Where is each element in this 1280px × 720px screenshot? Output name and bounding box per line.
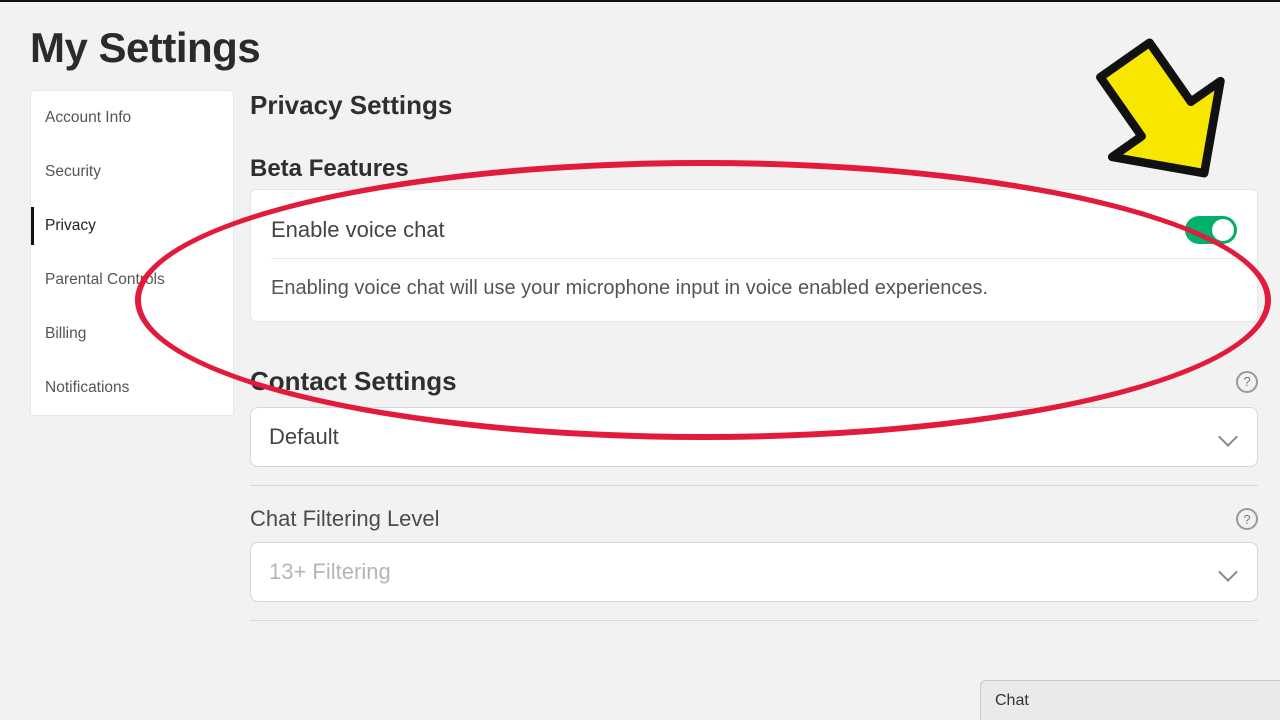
voice-chat-description: Enabling voice chat will use your microp…: [271, 273, 1237, 303]
contact-settings-heading: Contact Settings: [250, 366, 457, 397]
voice-chat-label: Enable voice chat: [271, 217, 445, 243]
chat-dock[interactable]: Chat: [980, 680, 1280, 720]
sidebar-item-label: Billing: [45, 325, 86, 342]
sidebar-item-label: Security: [45, 163, 101, 180]
settings-sidebar: Account Info Security Privacy Parental C…: [30, 90, 234, 416]
settings-main: Privacy Settings Beta Features Enable vo…: [250, 90, 1258, 621]
sidebar-item-billing[interactable]: Billing: [31, 307, 233, 361]
help-icon[interactable]: ?: [1236, 508, 1258, 530]
beta-features-card: Enable voice chat Enabling voice chat wi…: [250, 189, 1258, 322]
chevron-down-icon: [1218, 427, 1238, 447]
divider: [271, 258, 1237, 259]
sidebar-item-account-info[interactable]: Account Info: [31, 91, 233, 145]
voice-chat-toggle[interactable]: [1185, 216, 1237, 244]
select-value: Default: [269, 424, 339, 450]
sidebar-item-label: Privacy: [45, 217, 96, 234]
sidebar-item-label: Notifications: [45, 379, 129, 396]
page-title: My Settings: [0, 2, 1280, 90]
chat-filtering-select[interactable]: 13+ Filtering: [250, 542, 1258, 602]
sidebar-item-label: Account Info: [45, 109, 131, 126]
sidebar-item-privacy[interactable]: Privacy: [31, 199, 233, 253]
chat-dock-label: Chat: [995, 692, 1029, 710]
sidebar-item-notifications[interactable]: Notifications: [31, 361, 233, 415]
divider: [250, 620, 1258, 621]
help-icon[interactable]: ?: [1236, 371, 1258, 393]
select-placeholder: 13+ Filtering: [269, 559, 391, 585]
sidebar-item-parental-controls[interactable]: Parental Controls: [31, 253, 233, 307]
contact-settings-select[interactable]: Default: [250, 407, 1258, 467]
toggle-knob: [1212, 219, 1234, 241]
chat-filtering-label: Chat Filtering Level: [250, 506, 440, 532]
beta-features-heading: Beta Features: [250, 129, 1258, 189]
sidebar-item-security[interactable]: Security: [31, 145, 233, 199]
sidebar-item-label: Parental Controls: [45, 271, 165, 288]
privacy-settings-heading: Privacy Settings: [250, 90, 1258, 129]
chevron-down-icon: [1218, 562, 1238, 582]
voice-chat-row: Enable voice chat: [271, 204, 1237, 256]
